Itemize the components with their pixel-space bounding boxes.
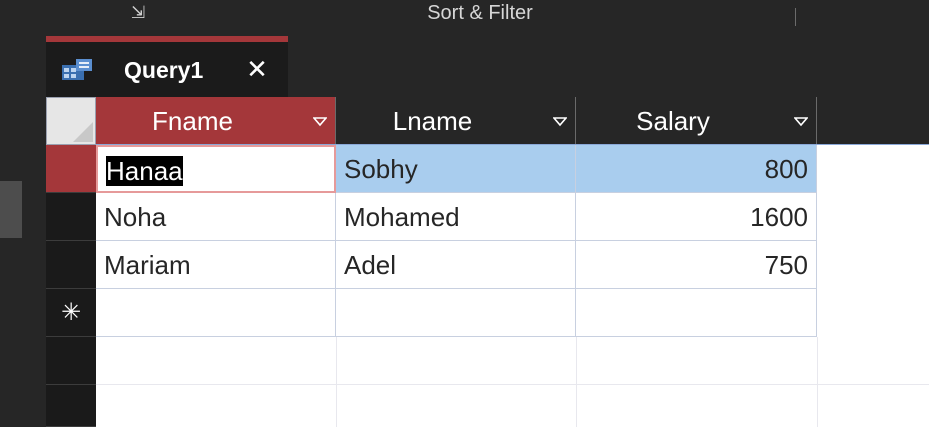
new-record-icon[interactable]: ✳ [46, 289, 96, 337]
column-header-label: Lname [392, 106, 473, 136]
table-row: Hanaa Sobhy 800 [46, 145, 929, 193]
column-header-fname[interactable]: Fname [96, 97, 336, 145]
filter-dropdown-icon[interactable] [553, 114, 567, 128]
cell-fname[interactable] [96, 289, 336, 337]
record-selector[interactable] [46, 241, 96, 289]
tab-query1[interactable]: Query1 ✕ [46, 36, 288, 97]
cell-fname[interactable]: Hanaa [96, 145, 336, 193]
column-header-label: Salary [636, 106, 710, 136]
grid-line [576, 337, 577, 427]
ribbon: ⇲ Sort & Filter [0, 0, 929, 34]
record-selector[interactable] [46, 145, 96, 193]
cell-lname[interactable]: Sobhy [336, 145, 576, 193]
cell-salary[interactable]: 750 [576, 241, 817, 289]
cell-fname[interactable]: Noha [96, 193, 336, 241]
filter-dropdown-icon[interactable] [313, 114, 327, 128]
cell-salary[interactable]: 800 [576, 145, 817, 193]
new-record-row: ✳ [46, 289, 929, 337]
column-header-label: Fname [152, 106, 233, 136]
cell-text-selected: Hanaa [106, 156, 183, 186]
cell-salary[interactable]: 1600 [576, 193, 817, 241]
filter-dropdown-icon[interactable] [794, 114, 808, 128]
dialog-launcher-icon[interactable]: ⇲ [131, 2, 157, 24]
cell-lname[interactable]: Adel [336, 241, 576, 289]
ribbon-separator [795, 8, 796, 26]
select-all-button[interactable] [46, 97, 96, 145]
table-row: Noha Mohamed 1600 [46, 193, 929, 241]
cell-lname[interactable] [336, 289, 576, 337]
record-selector[interactable] [46, 193, 96, 241]
select-all-icon [73, 122, 93, 142]
query-icon [62, 59, 92, 81]
grid-line [336, 337, 337, 427]
cell-lname[interactable]: Mohamed [336, 193, 576, 241]
cell-fname[interactable]: Mariam [96, 241, 336, 289]
column-header-salary[interactable]: Salary [576, 97, 817, 145]
empty-selector [46, 385, 96, 427]
empty-selector [46, 337, 96, 385]
nav-pane-scroll-thumb[interactable] [0, 181, 22, 238]
column-header-row: Fname Lname Salary [46, 97, 929, 145]
grid-line [817, 337, 818, 427]
datasheet: Fname Lname Salary Hanaa Sobhy 800 Noha [46, 97, 929, 427]
table-row: Mariam Adel 750 [46, 241, 929, 289]
close-icon[interactable]: ✕ [242, 54, 272, 84]
column-header-lname[interactable]: Lname [336, 97, 576, 145]
tab-title: Query1 [124, 57, 204, 83]
empty-area [46, 337, 929, 427]
grid-line [96, 384, 929, 385]
sort-filter-group-label: Sort & Filter [427, 2, 533, 24]
cell-salary[interactable] [576, 289, 817, 337]
